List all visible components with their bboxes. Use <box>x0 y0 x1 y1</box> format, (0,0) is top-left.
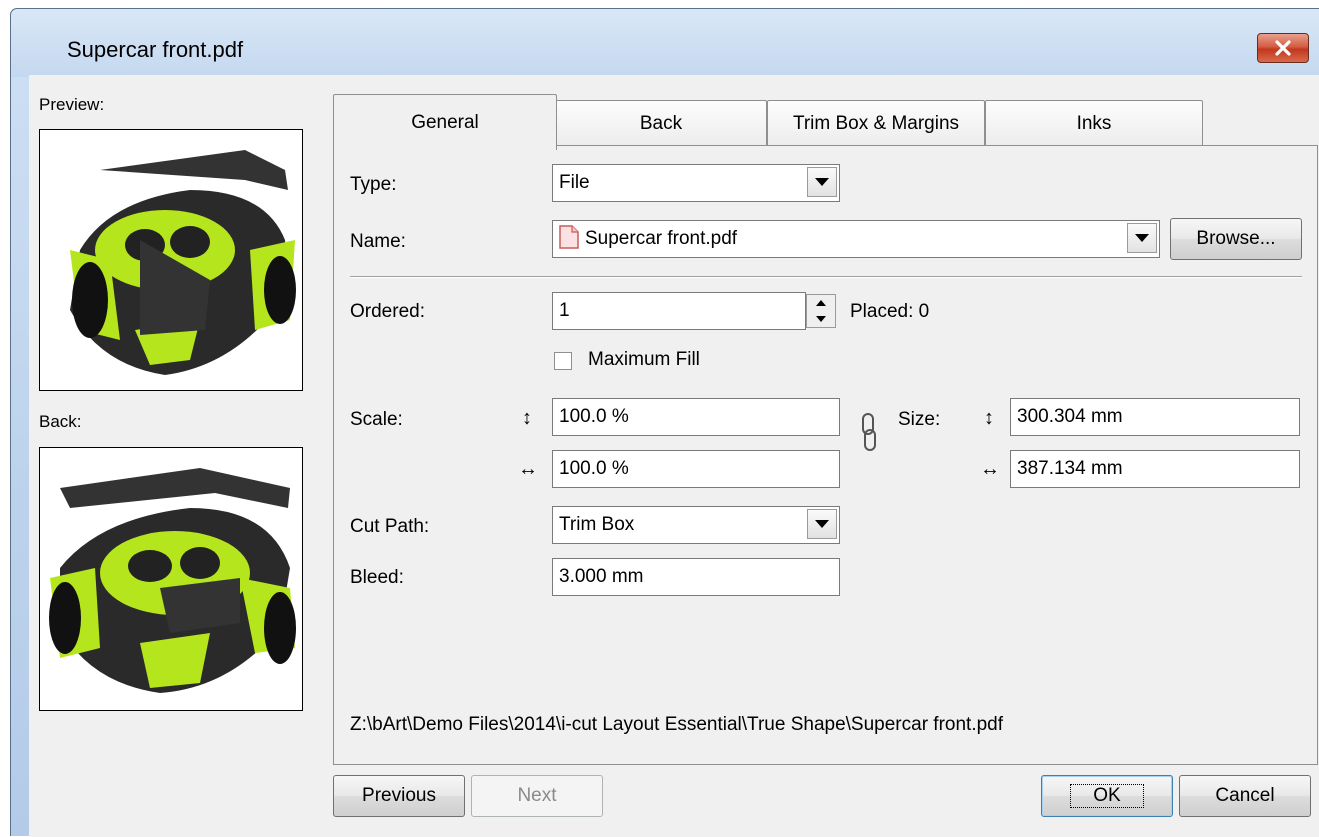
car-back-image <box>49 468 296 693</box>
name-label: Name: <box>350 231 406 252</box>
general-tab-panel: Type: File Name: Supercar front.pdf Brow… <box>333 145 1318 765</box>
bleed-input[interactable]: 3.000 mm <box>552 558 840 596</box>
dialog-window: Supercar front.pdf Preview: Back: Genera… <box>10 8 1319 837</box>
browse-button[interactable]: Browse... <box>1170 218 1302 260</box>
chain-link-icon[interactable] <box>860 408 878 462</box>
ordered-input[interactable]: 1 <box>552 292 806 330</box>
chevron-down-icon <box>807 509 837 539</box>
name-select-value: Supercar front.pdf <box>585 228 738 249</box>
size-vertical-input[interactable]: 300.304 mm <box>1010 398 1300 436</box>
bleed-label: Bleed: <box>350 567 404 588</box>
title-bar[interactable]: Supercar front.pdf <box>11 9 1319 77</box>
window-title: Supercar front.pdf <box>67 37 244 62</box>
previous-button[interactable]: Previous <box>333 775 465 817</box>
vertical-arrow-icon: ↕ <box>522 407 532 429</box>
pdf-file-icon <box>559 225 579 249</box>
chevron-down-icon <box>1127 223 1157 253</box>
type-select-value: File <box>559 172 590 193</box>
preview-label: Preview: <box>39 95 105 114</box>
scale-vertical-input[interactable]: 100.0 % <box>552 398 840 436</box>
size-label: Size: <box>898 409 941 430</box>
spin-down-icon[interactable] <box>807 311 835 327</box>
scale-horizontal-input[interactable]: 100.0 % <box>552 450 840 488</box>
tab-strip: General Back Trim Box & Margins Inks <box>333 94 1319 150</box>
file-path: Z:\bArt\Demo Files\2014\i-cut Layout Ess… <box>350 714 1004 735</box>
back-preview-image <box>39 447 303 711</box>
horizontal-arrow-icon: ↔ <box>980 458 1000 480</box>
maximum-fill-label: Maximum Fill <box>588 349 700 370</box>
cancel-button[interactable]: Cancel <box>1179 775 1311 817</box>
size-horizontal-input[interactable]: 387.134 mm <box>1010 450 1300 488</box>
tab-trim-box-margins[interactable]: Trim Box & Margins <box>767 100 985 146</box>
divider <box>350 276 1302 278</box>
tab-general[interactable]: General <box>333 94 557 150</box>
car-front-image <box>70 150 296 375</box>
tab-back[interactable]: Back <box>555 100 767 146</box>
vertical-arrow-icon: ↕ <box>984 407 994 429</box>
scale-label: Scale: <box>350 409 403 430</box>
placed-count: Placed: 0 <box>850 301 930 322</box>
spin-up-icon[interactable] <box>807 295 835 311</box>
maximum-fill-checkbox[interactable] <box>554 352 572 370</box>
horizontal-arrow-icon: ↔ <box>518 458 538 480</box>
tab-inks[interactable]: Inks <box>985 100 1203 146</box>
cut-path-select[interactable]: Trim Box <box>552 506 840 544</box>
next-button[interactable]: Next <box>471 775 603 817</box>
ok-button[interactable]: OK <box>1041 775 1173 817</box>
close-button[interactable] <box>1257 33 1309 63</box>
type-select[interactable]: File <box>552 164 840 202</box>
preview-image <box>39 129 303 391</box>
ordered-stepper[interactable] <box>806 294 836 328</box>
cut-path-label: Cut Path: <box>350 516 430 537</box>
ordered-label: Ordered: <box>350 301 425 322</box>
cut-path-select-value: Trim Box <box>559 514 635 535</box>
name-select[interactable]: Supercar front.pdf <box>552 220 1160 258</box>
dialog-client-area: Preview: Back: General Back Trim Box & M… <box>29 75 1319 837</box>
back-label: Back: <box>39 412 82 431</box>
ok-button-label: OK <box>1070 784 1144 808</box>
chevron-down-icon <box>807 167 837 197</box>
close-icon <box>1275 40 1291 56</box>
type-label: Type: <box>350 174 397 195</box>
